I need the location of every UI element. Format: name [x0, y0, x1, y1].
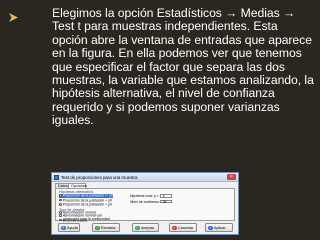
proportion-test-dialog: Test de proporciones para una muestra × … [51, 172, 239, 235]
app-icon [54, 174, 59, 180]
radio-icon [59, 218, 62, 222]
confidence-label: Nivel de confianza: [130, 199, 160, 204]
options-panel: Hipótesis alternativa Proporción de la p… [55, 188, 235, 223]
radio-icon [59, 203, 62, 206]
confidence-input[interactable]: .95 [160, 199, 172, 204]
help-icon: ? [61, 225, 66, 231]
radio-icon [59, 194, 62, 197]
null-hypothesis-input[interactable]: .5 [160, 194, 172, 198]
test-type-binomial[interactable]: Binomial exacto [59, 218, 113, 223]
cancel-button[interactable]: × Cancelar [169, 223, 197, 232]
apply-icon: ✓ [208, 225, 213, 231]
help-button[interactable]: ? Ayuda [58, 223, 80, 232]
arrow-bullet-icon [9, 13, 18, 22]
check-icon: ✓ [135, 225, 140, 231]
reset-icon: ↺ [95, 225, 100, 231]
dialog-button-row: ? Ayuda ↺ Reiniciar ✓ Aceptar × Cancelar ✓ Ap… [55, 223, 235, 233]
dialog-title: Test de proporciones para una muestra [61, 174, 138, 180]
radio-icon [59, 198, 62, 202]
apply-button[interactable]: ✓ Aplicar [205, 223, 233, 232]
null-hypothesis-label: Hipótesis nula: p = [130, 194, 159, 198]
reset-button[interactable]: ↺ Reiniciar [92, 223, 120, 232]
accept-button[interactable]: ✓ Aceptar [132, 223, 159, 232]
slide-body-text: Elegimos la opción Estadísticos → Medias… [52, 6, 314, 128]
close-button[interactable]: × [227, 174, 236, 180]
hypothesis-option-greater[interactable]: Proporción de la población > p0 [59, 202, 113, 207]
dialog-titlebar: Test de proporciones para una muestra × [52, 173, 238, 182]
cancel-icon: × [172, 225, 177, 231]
